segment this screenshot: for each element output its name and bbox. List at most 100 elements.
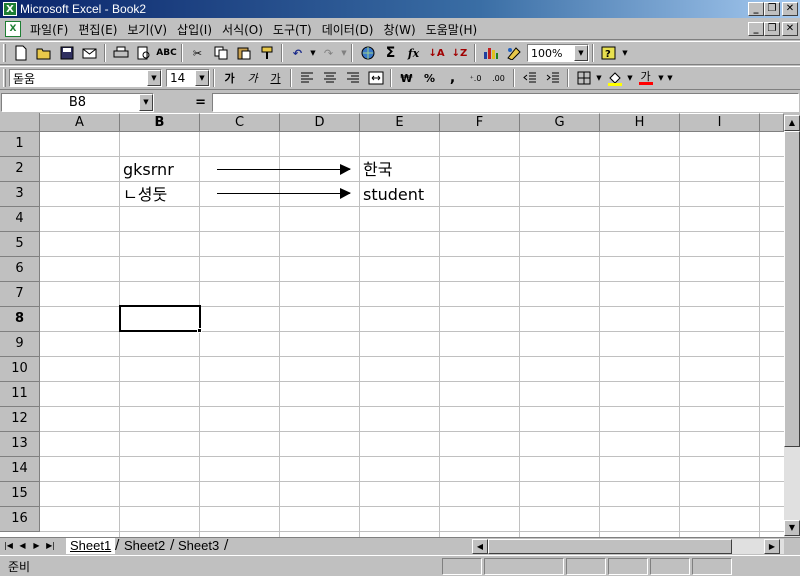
sort-descending-icon[interactable]: ↓Z bbox=[448, 43, 471, 63]
formula-input[interactable] bbox=[212, 92, 799, 112]
redo-dropdown-icon[interactable]: ▼ bbox=[340, 43, 348, 63]
menu-insert[interactable]: 삽입(I) bbox=[172, 21, 217, 38]
sheet-tab-1[interactable]: Sheet1 bbox=[66, 538, 116, 554]
menu-file[interactable]: 파일(F) bbox=[25, 21, 73, 38]
column-header-e[interactable]: E bbox=[360, 113, 440, 132]
menu-format[interactable]: 서식(O) bbox=[217, 21, 268, 38]
row-header-8[interactable]: 8 bbox=[0, 307, 40, 332]
font-size-combo[interactable]: 14 ▼ bbox=[166, 69, 210, 87]
open-folder-icon[interactable] bbox=[32, 43, 55, 63]
fill-color-dropdown-icon[interactable]: ▼ bbox=[626, 68, 634, 88]
increase-indent-icon[interactable] bbox=[541, 68, 564, 88]
restore-button[interactable]: ❐ bbox=[764, 2, 780, 16]
borders-dropdown-icon[interactable]: ▼ bbox=[595, 68, 603, 88]
print-icon[interactable] bbox=[109, 43, 132, 63]
row-header-13[interactable]: 13 bbox=[0, 432, 40, 457]
row-header-4[interactable]: 4 bbox=[0, 207, 40, 232]
vertical-scroll-thumb[interactable] bbox=[784, 131, 800, 447]
hyperlink-icon[interactable] bbox=[356, 43, 379, 63]
menu-data[interactable]: 데이터(D) bbox=[317, 21, 379, 38]
align-center-icon[interactable] bbox=[318, 68, 341, 88]
zoom-combo[interactable]: 100% ▼ bbox=[527, 44, 589, 62]
font-name-dropdown-icon[interactable]: ▼ bbox=[147, 70, 161, 86]
fill-handle[interactable] bbox=[197, 328, 202, 333]
function-icon[interactable]: fx bbox=[402, 43, 425, 63]
format-painter-icon[interactable] bbox=[255, 43, 278, 63]
toolbar-options-icon[interactable]: ▼ bbox=[620, 43, 630, 63]
menu-edit[interactable]: 편집(E) bbox=[73, 21, 122, 38]
sheet-tab-2[interactable]: Sheet2 bbox=[120, 538, 169, 554]
cut-icon[interactable]: ✂ bbox=[186, 43, 209, 63]
vertical-scrollbar[interactable]: ▲ ▼ bbox=[784, 113, 800, 537]
excel-app-icon[interactable]: X bbox=[3, 2, 17, 16]
row-header-5[interactable]: 5 bbox=[0, 232, 40, 257]
menu-window[interactable]: 창(W) bbox=[378, 21, 420, 38]
column-header-c[interactable]: C bbox=[200, 113, 280, 132]
row-header-10[interactable]: 10 bbox=[0, 357, 40, 382]
column-header-f[interactable]: F bbox=[440, 113, 520, 132]
italic-button[interactable]: 가 bbox=[241, 68, 264, 88]
arrow-shape[interactable] bbox=[217, 188, 351, 199]
new-file-icon[interactable] bbox=[9, 43, 32, 63]
column-header-a[interactable]: A bbox=[40, 113, 120, 132]
column-header-d[interactable]: D bbox=[280, 113, 360, 132]
sheet-tab-3[interactable]: Sheet3 bbox=[174, 538, 223, 554]
font-size-dropdown-icon[interactable]: ▼ bbox=[195, 70, 209, 86]
doc-restore-button[interactable]: ❐ bbox=[764, 22, 780, 36]
name-box[interactable]: B8 ▼ bbox=[1, 92, 154, 112]
toolbar-options-icon[interactable]: ▼ bbox=[665, 68, 675, 88]
align-right-icon[interactable] bbox=[341, 68, 364, 88]
row-header-14[interactable]: 14 bbox=[0, 457, 40, 482]
row-header-15[interactable]: 15 bbox=[0, 482, 40, 507]
row-header-9[interactable]: 9 bbox=[0, 332, 40, 357]
column-header-h[interactable]: H bbox=[600, 113, 680, 132]
chart-wizard-icon[interactable] bbox=[479, 43, 502, 63]
toolbar-grip[interactable] bbox=[3, 44, 6, 62]
doc-minimize-button[interactable]: _ bbox=[748, 22, 764, 36]
font-color-icon[interactable]: 가 bbox=[634, 68, 657, 88]
close-button[interactable]: ✕ bbox=[782, 2, 798, 16]
row-header-12[interactable]: 12 bbox=[0, 407, 40, 432]
align-left-icon[interactable] bbox=[295, 68, 318, 88]
minimize-button[interactable]: _ bbox=[748, 2, 764, 16]
scroll-right-icon[interactable]: ▶ bbox=[764, 539, 780, 554]
doc-close-button[interactable]: ✕ bbox=[782, 22, 798, 36]
cell-e2[interactable]: 한국 bbox=[363, 157, 392, 182]
row-header-7[interactable]: 7 bbox=[0, 282, 40, 307]
redo-icon[interactable]: ↷ bbox=[317, 43, 340, 63]
name-box-dropdown-icon[interactable]: ▼ bbox=[139, 93, 153, 111]
scroll-left-icon[interactable]: ◀ bbox=[472, 539, 488, 554]
scroll-down-icon[interactable]: ▼ bbox=[784, 520, 800, 536]
print-preview-icon[interactable] bbox=[132, 43, 155, 63]
fill-color-icon[interactable] bbox=[603, 68, 626, 88]
horizontal-scrollbar[interactable]: ◀ ▶ bbox=[472, 539, 784, 554]
menu-help[interactable]: 도움말(H) bbox=[421, 21, 483, 38]
row-header-1[interactable]: 1 bbox=[0, 132, 40, 157]
paste-icon[interactable] bbox=[232, 43, 255, 63]
undo-icon[interactable]: ↶ bbox=[286, 43, 309, 63]
borders-icon[interactable] bbox=[572, 68, 595, 88]
help-icon[interactable]: ? bbox=[597, 43, 620, 63]
next-sheet-icon[interactable]: ▶ bbox=[30, 539, 43, 553]
spelling-icon[interactable]: ABC bbox=[155, 43, 178, 63]
row-header-16[interactable]: 16 bbox=[0, 507, 40, 532]
row-header-6[interactable]: 6 bbox=[0, 257, 40, 282]
decrease-indent-icon[interactable] bbox=[518, 68, 541, 88]
workbook-icon[interactable]: X bbox=[5, 21, 21, 37]
column-header-b[interactable]: B bbox=[120, 113, 200, 132]
sort-ascending-icon[interactable]: ↓A bbox=[425, 43, 448, 63]
toolbar-grip[interactable] bbox=[3, 69, 6, 87]
worksheet-grid[interactable]: A B C D E F G H I 1 2 3 4 5 6 7 8 9 10 1… bbox=[0, 113, 784, 537]
prev-sheet-icon[interactable]: ◀ bbox=[16, 539, 29, 553]
row-header-3[interactable]: 3 bbox=[0, 182, 40, 207]
currency-button[interactable]: ₩ bbox=[395, 68, 418, 88]
drawing-icon[interactable] bbox=[502, 43, 525, 63]
column-header-i[interactable]: I bbox=[680, 113, 760, 132]
font-name-combo[interactable]: 돋움 ▼ bbox=[9, 69, 162, 87]
percent-button[interactable]: % bbox=[418, 68, 441, 88]
save-icon[interactable] bbox=[55, 43, 78, 63]
autosum-icon[interactable]: Σ bbox=[379, 43, 402, 63]
first-sheet-icon[interactable]: |◀ bbox=[2, 539, 15, 553]
formula-equals-button[interactable]: = bbox=[154, 95, 212, 110]
arrow-shape[interactable] bbox=[217, 164, 351, 175]
